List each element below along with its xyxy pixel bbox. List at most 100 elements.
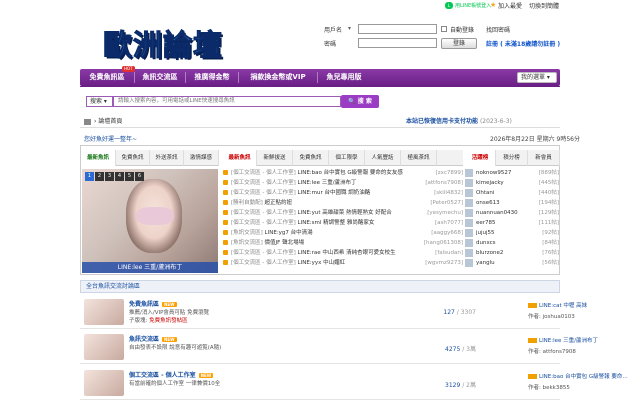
last-post-author[interactable]: 作者: attfons7908	[528, 347, 638, 355]
tab-free[interactable]: 免費魚訊	[293, 150, 329, 166]
thread-icon	[223, 210, 228, 215]
subforum-label: 子版塊:	[129, 318, 148, 324]
tab-new-members[interactable]: 新會員	[528, 150, 560, 166]
forum-description: 推薦/消入/VIP會員可貼 免費瀏覽	[129, 310, 210, 316]
thread-row[interactable]: [個工交流區 - 個人工作室] LINE:yut 高雄甜菜 熱情輕熟女 好配合[…	[223, 208, 463, 218]
forum-last-post: LINE:cat 中壢 高妹 作者: joshua0103	[528, 301, 638, 320]
header: 歐洲論壇 用戶名 ▾ 自動登錄 找回密碼 密碼 登錄 註冊 ( 未滿18歲請勿註…	[0, 10, 640, 68]
rank-row[interactable]: onse613 [194帖]	[465, 198, 559, 208]
tab-latest-fish[interactable]: 最新魚訊	[81, 150, 116, 166]
register-link[interactable]: 註冊 ( 未滿18歲請勿註冊 )	[486, 39, 560, 48]
nav-item-fish-exchange[interactable]: 魚訊交流區	[135, 69, 185, 86]
tab-active-rank[interactable]: 活躍榜	[465, 150, 496, 166]
login-button[interactable]: 登錄	[441, 38, 477, 49]
forum-stats: 3129 / 2萬	[445, 382, 476, 389]
new-post-icon	[528, 338, 537, 343]
avatar	[465, 249, 473, 257]
thread-row[interactable]: [個工交流區 - 個人工作室] LINE:yyx 中山媚紅 [wgvmz9273]	[223, 258, 463, 268]
forum-description: 有當前確約個人工作室 一律兼價10全	[129, 381, 221, 387]
forum-thumbnail[interactable]	[84, 299, 124, 325]
tab-studio[interactable]: 個工限學	[329, 150, 365, 166]
rank-row[interactable]: noknow9527 [889帖]	[465, 168, 559, 178]
last-post-link[interactable]: LINE:lee 三重/蘆洲布丁	[539, 338, 598, 344]
my-menu-dropdown[interactable]: 我的選單 ▾	[517, 72, 557, 83]
remember-checkbox[interactable]	[441, 26, 447, 32]
last-post-author[interactable]: 作者: bekk3855	[528, 383, 638, 391]
thread-row[interactable]: [個工交流區 - 個人工作室] LINE:lee 三重/蘆洲布丁 [attfons…	[223, 178, 463, 188]
rank-row[interactable]: kimejacky [445帖]	[465, 178, 559, 188]
tab-fresh[interactable]: 新鮮拔送	[257, 150, 293, 166]
subforum-link[interactable]: 免費魚訊發帖區	[149, 318, 188, 324]
nav-item-promote[interactable]: 推廣得金幣	[186, 69, 238, 86]
bookmark-link[interactable]: 加入最愛	[498, 1, 522, 10]
forum-row: 魚訊交流區 NEW 自由發表不設限 說意有趣可遊覧(A隨) 4275 / 3萬 L…	[80, 330, 598, 364]
tab-passion[interactable]: 激情謀感	[184, 150, 219, 166]
rank-row[interactable]: yanglu [56帖]	[465, 258, 559, 268]
switch-font-link[interactable]: 切換到簡體	[529, 1, 559, 10]
rank-row[interactable]: Ohtani [440帖]	[465, 188, 559, 198]
search-input[interactable]: 請輸入搜索內容，可用電話或LINE快速搜尋魚訊	[113, 96, 341, 107]
nav-item-fish-only[interactable]: 魚兒專用版	[318, 69, 370, 86]
avatar	[465, 259, 473, 267]
thread-row[interactable]: [個工交流區 - 個人工作室] LINE:rae 中山西希 清純杏眼可愛女校生[…	[223, 248, 463, 258]
tab-delivery[interactable]: 外送茶訊	[150, 150, 184, 166]
rank-row[interactable]: blurzone2 [76帖]	[465, 248, 559, 258]
search-button[interactable]: 🔍 搜 索	[341, 95, 379, 108]
forum-title[interactable]: 免費魚訊區	[129, 301, 159, 308]
rank-row[interactable]: jujuj55 [92帖]	[465, 228, 559, 238]
rank-row[interactable]: nuannuan0430 [129帖]	[465, 208, 559, 218]
forum-thumbnail[interactable]	[84, 334, 124, 360]
search-type-select[interactable]: 搜索 ▾	[86, 96, 113, 107]
forum-title[interactable]: 魚訊交流區	[129, 336, 159, 343]
thread-row[interactable]: [魚訊交流區] 價值JF 聲北場場 [hang061308]	[223, 238, 463, 248]
thread-row[interactable]: [魚訊交流區] LINE:yg7 台中清湯 [aaggy668]	[223, 228, 463, 238]
nav-item-donate[interactable]: 捐款換金幣或VIP	[239, 69, 317, 86]
last-post-author[interactable]: 作者: joshua0103	[528, 312, 638, 320]
thread-icon	[223, 250, 228, 255]
line-icon: L	[445, 1, 453, 9]
slider-page[interactable]: 6	[135, 172, 144, 181]
site-notice: 本站已恢復信用卡支付功能 (2023-6-3)	[406, 116, 512, 125]
slider-page[interactable]: 2	[95, 172, 104, 181]
forum-row: 個工交流區 - 個人工作室 NEW 有當前確約個人工作室 一律兼價10全 3129…	[80, 366, 628, 400]
last-post-link[interactable]: LINE:bao 台中實包 G級警報 要命...	[539, 374, 628, 380]
right-tabs: 活躍榜 積分榜 新會員	[465, 150, 560, 166]
forum-stats: 4275 / 3萬	[445, 346, 476, 353]
top-bar: L 用LINE帳號登入 ★ 加入最愛 切換到簡體	[0, 0, 640, 10]
forum-thumbnail[interactable]	[84, 370, 124, 396]
forum-section-header[interactable]: 全台魚訊交流討論區	[80, 280, 560, 293]
slider-page[interactable]: 5	[125, 172, 134, 181]
tab-points-rank[interactable]: 積分榜	[496, 150, 528, 166]
thread-row[interactable]: [個工交流區 - 個人工作室] LINE:sml 精調警整 雅尚酪家女 [ash7…	[223, 218, 463, 228]
notice-text[interactable]: 本站已恢復信用卡支付功能	[406, 118, 478, 125]
slider-page[interactable]: 4	[115, 172, 124, 181]
slider-caption[interactable]: LINE:lee 三重/蘆洲布丁	[82, 262, 218, 273]
thread-row[interactable]: [個工交流區 - 個人工作室] LINE:bao 台中實包 G級警報 要命的女友…	[223, 168, 463, 178]
forum-description: 自由發表不設限 說意有趣可遊覧(A隨)	[129, 345, 222, 351]
tab-free-fish[interactable]: 免費魚訊	[116, 150, 150, 166]
forgot-password-link[interactable]: 找回密碼	[486, 25, 510, 34]
username-select[interactable]: ▾	[348, 25, 351, 32]
tab-popular[interactable]: 人氣豐話	[365, 150, 401, 166]
slider-page[interactable]: 1	[85, 172, 94, 181]
rank-row[interactable]: eer785 [111帖]	[465, 218, 559, 228]
thread-row[interactable]: [個工交流區 - 個人工作室] LINE:mur 台中國職 調奶油酪 [skill…	[223, 188, 463, 198]
image-slider[interactable]: 1 2 3 4 5 6 LINE:lee 三重/蘆洲布丁	[82, 169, 218, 273]
tab-tea[interactable]: 極風茶訊	[401, 150, 437, 166]
password-label: 密碼	[324, 41, 337, 48]
tab-latest[interactable]: 最新魚訊	[223, 150, 257, 166]
rank-row[interactable]: dunxcs [84帖]	[465, 238, 559, 248]
password-input[interactable]	[358, 38, 437, 48]
username-input[interactable]	[358, 24, 437, 34]
thread-icon	[223, 260, 228, 265]
breadcrumb-forum-home[interactable]: 論壇首頁	[98, 118, 122, 125]
line-login-button[interactable]: L 用LINE帳號登入	[445, 1, 491, 9]
site-logo[interactable]: 歐洲論壇	[102, 22, 228, 64]
thread-row[interactable]: [勝利自動配] 超正點約妞 [Peter0527]	[223, 198, 463, 208]
home-icon[interactable]	[84, 118, 91, 125]
forum-title[interactable]: 個工交流區 - 個人工作室	[129, 372, 196, 379]
last-post-link[interactable]: LINE:cat 中壢 高妹	[539, 303, 587, 309]
forum-row: 免費魚訊區 NEW 推薦/消入/VIP會員可貼 免費瀏覽 子版塊: 免費魚訊發帖區…	[80, 295, 587, 329]
forum-last-post: LINE:lee 三重/蘆洲布丁 作者: attfons7908	[528, 336, 638, 355]
slider-page[interactable]: 3	[105, 172, 114, 181]
